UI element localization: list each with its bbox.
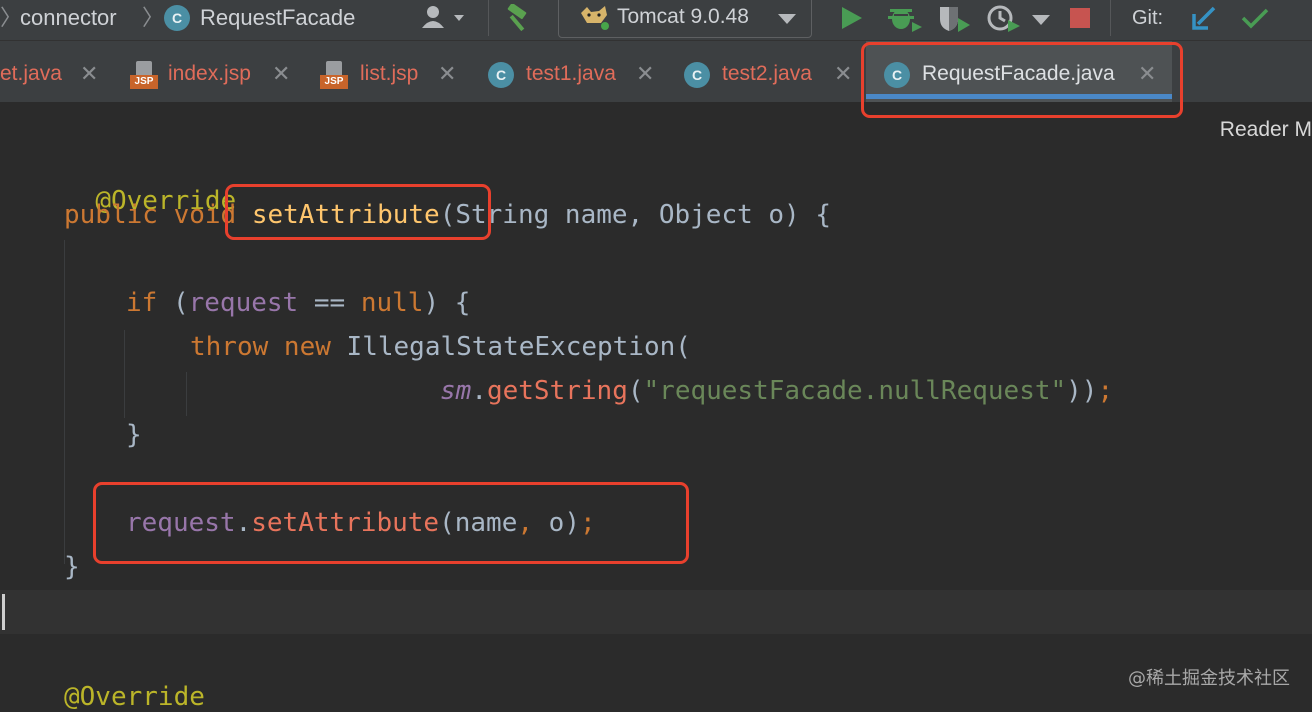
- annotation: @Override: [64, 682, 205, 712]
- run-icon[interactable]: [834, 4, 868, 32]
- class-icon: C: [164, 5, 190, 31]
- punctuation: .: [235, 508, 252, 538]
- keyword: public void: [64, 200, 252, 230]
- method-name: setAttribute: [251, 200, 440, 230]
- arguments: (name: [439, 508, 518, 538]
- field: sm: [440, 376, 472, 406]
- code-line: throw new IllegalStateException(: [190, 332, 691, 362]
- tab-index-jsp[interactable]: JSP index.jsp ✕: [120, 41, 304, 103]
- keyword: if: [126, 288, 173, 318]
- run-configuration-label: Tomcat 9.0.48: [617, 5, 749, 28]
- code-line: }: [64, 552, 80, 582]
- code-line: request.setAttribute(name, o);: [126, 508, 596, 538]
- field: request: [126, 508, 236, 538]
- class-icon: C: [488, 62, 514, 88]
- keyword: throw new: [190, 332, 347, 362]
- editor-tab-bar: et.java ✕ JSP index.jsp ✕ JSP list.jsp ✕…: [0, 40, 1312, 103]
- run-configuration-select[interactable]: Tomcat 9.0.48: [558, 0, 812, 38]
- git-update-icon[interactable]: [1188, 4, 1222, 32]
- indent-guide: [124, 330, 125, 418]
- keyword: null: [360, 288, 424, 318]
- breadcrumb-separator-icon: 〉: [142, 5, 165, 30]
- class-reference: IllegalStateException(: [346, 332, 691, 362]
- tab-label: index.jsp: [168, 62, 251, 85]
- tab-label: list.jsp: [360, 62, 419, 85]
- string-literal: "requestFacade.nullRequest": [643, 376, 1067, 406]
- punctuation: )): [1066, 376, 1098, 406]
- tab-label: test1.java: [526, 62, 616, 85]
- code-line: }: [126, 420, 142, 450]
- coverage-icon[interactable]: [934, 4, 972, 32]
- punctuation: (: [627, 376, 644, 406]
- punctuation: }: [126, 420, 142, 450]
- parameters: (String name, Object o) {: [439, 200, 832, 230]
- toolbar-separator: [1110, 0, 1111, 36]
- breadcrumb-class[interactable]: RequestFacade: [200, 0, 355, 36]
- chevron-down-icon[interactable]: [1030, 4, 1052, 32]
- jsp-file-icon: JSP: [320, 61, 348, 91]
- class-icon: C: [884, 62, 910, 88]
- punctuation: ;: [1097, 376, 1114, 406]
- close-icon[interactable]: ✕: [80, 41, 98, 103]
- tab-label: et.java: [0, 62, 62, 85]
- stop-icon[interactable]: [1066, 4, 1094, 32]
- field: request: [188, 288, 299, 318]
- punctuation: (: [172, 288, 189, 318]
- indent-guide: [64, 240, 65, 564]
- git-label: Git:: [1132, 7, 1164, 29]
- breadcrumb-separator-icon: 〉: [0, 5, 23, 30]
- code-line: if (request == null) {: [126, 288, 470, 318]
- hammer-icon[interactable]: [502, 2, 536, 32]
- debug-icon[interactable]: [884, 4, 924, 32]
- tab-list-jsp[interactable]: JSP list.jsp ✕: [310, 41, 470, 103]
- reader-mode-toggle[interactable]: Reader M: [1220, 118, 1312, 142]
- profile-icon[interactable]: [984, 4, 1024, 32]
- text-caret: [2, 594, 5, 630]
- user-icon[interactable]: [420, 4, 470, 32]
- tomcat-icon: [577, 3, 611, 31]
- git-commit-icon[interactable]: [1238, 4, 1272, 32]
- operator: ==: [298, 288, 361, 318]
- punctuation: ;: [579, 508, 596, 538]
- close-icon[interactable]: ✕: [834, 41, 852, 103]
- method-call: setAttribute: [251, 508, 440, 538]
- current-line-highlight: [0, 590, 1312, 634]
- punctuation: }: [64, 552, 80, 582]
- code-line: @Override: [64, 682, 205, 712]
- arguments: o): [548, 508, 580, 538]
- close-icon[interactable]: ✕: [438, 41, 456, 103]
- punctuation: ,: [517, 508, 549, 538]
- watermark: @稀土掘金技术社区: [1128, 668, 1290, 689]
- punctuation: ) {: [423, 288, 471, 318]
- indent-guide: [186, 372, 187, 416]
- tab-et-java[interactable]: et.java ✕: [0, 41, 110, 103]
- chevron-down-icon: [775, 3, 799, 31]
- close-icon[interactable]: ✕: [636, 41, 654, 103]
- tab-requestfacade-java[interactable]: C RequestFacade.java ✕: [866, 41, 1172, 103]
- tab-test2-java[interactable]: C test2.java ✕: [674, 41, 860, 103]
- jsp-file-icon: JSP: [130, 61, 158, 91]
- navigation-bar: 〉 connector 〉 C RequestFacade Tomcat 9.0…: [0, 0, 1312, 40]
- method-call: getString: [486, 376, 628, 406]
- breadcrumb-folder[interactable]: connector: [20, 0, 117, 36]
- tab-label: test2.java: [722, 62, 812, 85]
- class-icon: C: [684, 62, 710, 88]
- tab-test1-java[interactable]: C test1.java ✕: [478, 41, 668, 103]
- code-line: public void setAttribute(String name, Ob…: [64, 200, 831, 230]
- toolbar-separator: [488, 0, 489, 36]
- active-tab-indicator: [866, 94, 1172, 99]
- close-icon[interactable]: ✕: [272, 41, 290, 103]
- code-line: sm.getString("requestFacade.nullRequest"…: [440, 376, 1113, 406]
- punctuation: .: [471, 376, 487, 406]
